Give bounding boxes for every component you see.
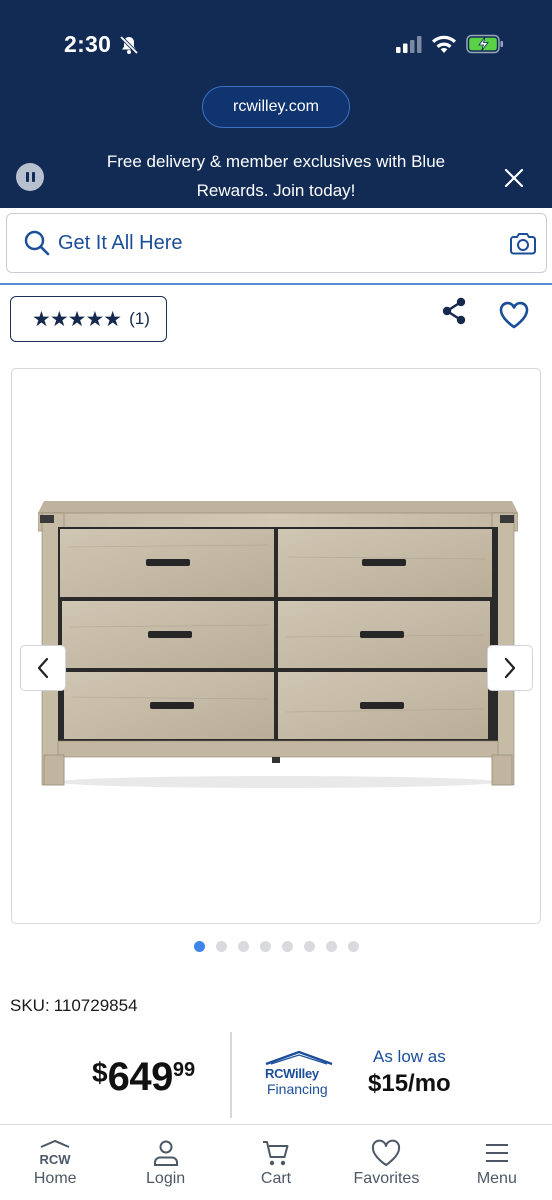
tab-menu-label: Menu [476,1170,517,1187]
review-count: (1) [129,309,150,328]
gallery-dot[interactable] [237,941,249,952]
gallery-dot[interactable] [303,941,315,952]
pause-button[interactable] [16,163,44,191]
financing-monthly-amount[interactable]: $15/mo [368,1070,451,1098]
gallery-dot[interactable] [259,941,271,952]
price-currency: $ [92,1057,108,1088]
tab-favorites[interactable]: Favorites [331,1125,441,1200]
product-price: $64999 [92,1055,195,1100]
address-bar[interactable]: rcwilley.com [202,86,350,128]
tab-cart-label: Cart [260,1170,292,1187]
financing-brand[interactable]: RCWilley [265,1066,319,1081]
home-logo-icon: RCW [40,1139,72,1167]
tab-favorites-label: Favorites [353,1170,420,1187]
tab-home[interactable]: RCW Home [0,1125,110,1200]
bottom-tab-bar: RCW Home Login Cart Favorites Menu [0,1124,552,1200]
gallery-pagination [0,941,552,952]
cellular-signal-icon [396,36,422,53]
gallery-next-button[interactable] [487,645,533,691]
gallery-dot[interactable] [193,941,205,952]
address-bar-url: rcwilley.com [233,98,319,115]
gallery-prev-button[interactable] [20,645,66,691]
search-input[interactable]: Get It All Here [58,232,183,255]
rating-button[interactable]: ★★★★★ (1) [10,296,167,342]
user-icon [153,1140,178,1166]
tab-home-label: Home [33,1170,77,1187]
price-divider [230,1032,232,1118]
gallery-dot[interactable] [281,941,293,952]
gallery-dot[interactable] [325,941,337,952]
wifi-icon [432,35,456,53]
search-icon[interactable] [23,229,51,257]
tab-login[interactable]: Login [110,1125,220,1200]
battery-charging-icon [466,34,503,54]
sku-value: 110729854 [53,996,138,1015]
status-bar: 2:30 [0,0,552,80]
cart-icon [263,1141,289,1166]
bell-muted-icon [119,35,139,55]
tab-login-label: Login [146,1170,186,1187]
financing-label[interactable]: Financing [267,1081,328,1097]
chevron-left-icon [37,657,49,679]
status-time: 2:30 [64,31,112,57]
promo-banner-text[interactable]: Free delivery & member exclusives with B… [70,147,482,205]
menu-icon [485,1144,508,1162]
heart-icon [372,1139,401,1166]
site-header: 2:30 rcwilley.com Free delivery & member… [0,0,552,208]
tab-menu[interactable]: Menu [442,1125,552,1200]
divider [0,283,552,285]
home-logo-text: RCW [40,1152,72,1167]
financing-as-low-as: As low as [373,1047,446,1066]
sku-line: SKU: 110729854 [10,996,138,1016]
product-image-dresser [38,501,518,788]
price-cents: 99 [172,1059,196,1081]
chevron-right-icon [504,657,516,679]
favorite-heart-icon[interactable] [498,300,530,330]
search-bar[interactable]: Get It All Here [6,213,547,273]
product-image-gallery[interactable] [11,368,541,924]
pause-icon [25,172,29,182]
rating-stars: ★★★★★ [32,307,122,331]
gallery-dot[interactable] [347,941,359,952]
sku-label: SKU: [10,996,50,1015]
tab-cart[interactable]: Cart [221,1125,331,1200]
share-icon[interactable] [439,296,469,326]
gallery-dot[interactable] [215,941,227,952]
camera-icon[interactable] [509,232,537,256]
close-icon[interactable] [503,167,525,189]
price-dollars: 649 [107,1055,174,1099]
